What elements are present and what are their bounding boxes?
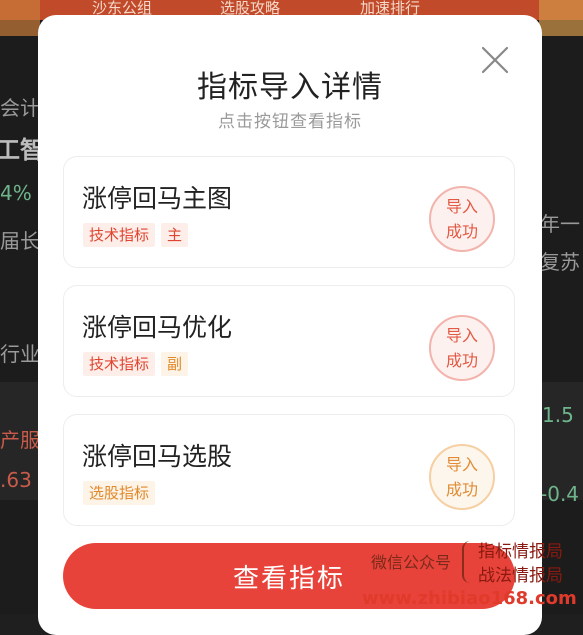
watermark-brace xyxy=(462,541,474,583)
watermark-name-1: 指标情报局 xyxy=(478,542,563,562)
indicator-card[interactable]: 涨停回马优化 技术指标 副 导入 成功 xyxy=(63,285,515,397)
background-text: 产服 xyxy=(0,428,40,452)
background-text: 会计 xyxy=(0,96,40,120)
indicator-name: 涨停回马主图 xyxy=(82,184,233,213)
dialog-title: 指标导入详情 xyxy=(197,70,383,105)
stamp-line: 导入 xyxy=(445,455,478,474)
stamp-line: 成功 xyxy=(445,351,478,370)
indicator-card[interactable]: 涨停回马主图 技术指标 主 导入 成功 xyxy=(63,156,515,268)
stamp-line: 成功 xyxy=(445,480,478,499)
indicator-chart-tag: 主 xyxy=(161,223,189,247)
import-success-stamp: 导入 成功 xyxy=(429,315,495,381)
watermark-wechat-label: 微信公众号 xyxy=(371,553,452,572)
background-text: .63 xyxy=(0,468,32,492)
watermark-url: www.zhibiao168.com xyxy=(362,588,577,609)
background-text: 行业 xyxy=(0,342,40,366)
background-text: 届长 xyxy=(0,229,40,253)
watermark-name-2: 战法情报局 xyxy=(478,566,563,586)
background-left-block xyxy=(0,0,40,36)
dialog-subtitle: 点击按钮查看指标 xyxy=(218,112,362,132)
background-text: 年一 xyxy=(540,212,580,236)
indicator-type-tag: 技术指标 xyxy=(83,223,156,247)
indicator-tags: 选股指标 xyxy=(83,481,156,505)
stamp-line: 成功 xyxy=(445,222,478,241)
import-success-stamp: 导入 成功 xyxy=(429,444,495,510)
indicator-type-tag: 选股指标 xyxy=(83,481,156,505)
indicator-name: 涨停回马优化 xyxy=(82,313,233,342)
background-text: -0.4 xyxy=(540,482,580,506)
background-text: 4% xyxy=(0,181,32,205)
indicator-tags: 技术指标 副 xyxy=(83,352,189,376)
indicator-name: 涨停回马选股 xyxy=(82,442,233,471)
close-icon[interactable] xyxy=(480,45,510,75)
indicator-chart-tag: 副 xyxy=(161,352,189,376)
background-text: 1.5 xyxy=(542,403,574,427)
stamp-line: 导入 xyxy=(445,197,478,216)
indicator-type-tag: 技术指标 xyxy=(83,352,156,376)
indicator-tags: 技术指标 主 xyxy=(83,223,189,247)
background-right-block xyxy=(539,0,583,36)
import-success-stamp: 导入 成功 xyxy=(429,186,495,252)
stamp-line: 导入 xyxy=(445,326,478,345)
indicator-card[interactable]: 涨停回马选股 选股指标 导入 成功 xyxy=(63,414,515,526)
background-text: 复苏 xyxy=(540,250,580,274)
